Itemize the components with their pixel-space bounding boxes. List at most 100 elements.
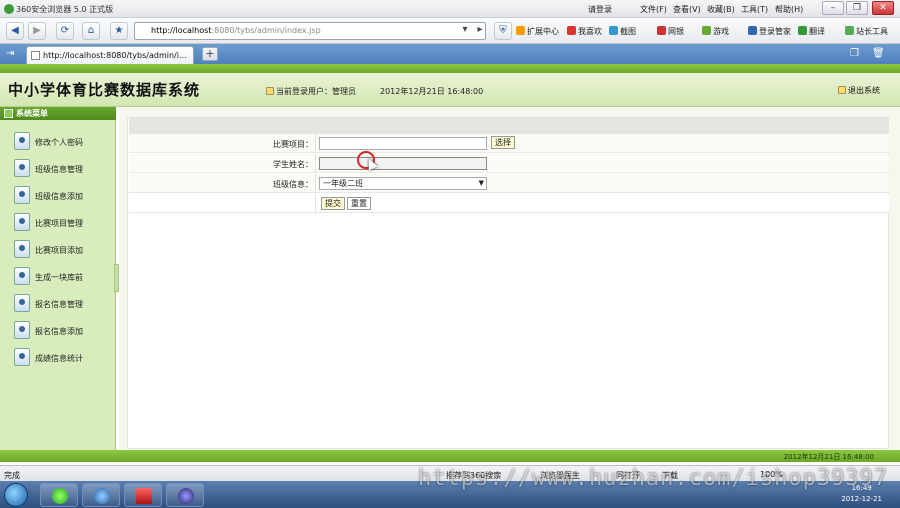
sidebar-heading: 系统菜单 [0,107,116,120]
user-card-icon [14,348,30,366]
content-area: 比赛项目： 选择 学生姓名： 班级信息： 一年级二班 ▼ 提交 重置 [119,107,900,450]
favorite-star-icon[interactable]: ★ [110,22,128,40]
sidebar-item-class-add[interactable]: 班级信息添加 [14,186,114,204]
chevron-down-icon: ▼ [478,179,484,187]
tool-screenshot[interactable]: 截图 [609,26,636,37]
translate-icon [798,26,807,35]
reset-button[interactable]: 重置 [347,197,371,210]
footer-date: 2012年12月21日 16:48:00 [783,453,874,461]
shield-icon[interactable]: ⛨ [494,22,512,40]
start-button-icon[interactable] [4,483,28,507]
user-card-icon [14,240,30,258]
user-card-icon [14,213,30,231]
taskbar-360-browser[interactable] [40,483,78,507]
project-input[interactable] [319,137,487,150]
sidebar-item-generate[interactable]: 生成一块库前 [14,267,114,285]
game-icon [702,26,711,35]
browser-titlebar: 360安全浏览器 5.0 正式版 请登录 文件(F) 查看(V) 收藏(B) 工… [0,0,900,18]
web-page: 中小学体育比赛数据库系统 当前登录用户：管理员 2012年12月21日 16:4… [0,64,900,465]
minimize-icon[interactable]: – [822,1,844,15]
tool-bank[interactable]: 网银 [657,26,684,37]
user-card-icon [14,159,30,177]
choose-button[interactable]: 选择 [491,136,515,149]
logout-link[interactable]: 退出系统 [838,85,880,96]
sidebar-item-class-manage[interactable]: 班级信息管理 [14,159,114,177]
back-icon[interactable]: ◀ [6,22,24,40]
form-row-class: 班级信息： 一年级二班 ▼ [129,174,889,193]
sidebar-item-score-stats[interactable]: 成绩信息统计 [14,348,114,366]
tool-like[interactable]: 我喜欢 [567,26,602,37]
current-user: 当前登录用户：管理员 [266,86,356,97]
address-bar[interactable]: http://localhost:8080/tybs/admin/index.j… [134,22,486,40]
browser-navbar: ◀ ▶ ⟳ ⌂ ★ http://localhost:8080/tybs/adm… [0,18,900,44]
address-url: http://localhost:8080/tybs/admin/index.j… [151,26,321,35]
menu-favorites[interactable]: 收藏(B) [707,4,735,15]
taskbar-app[interactable] [124,483,162,507]
maximize-icon[interactable]: ❐ [846,1,868,15]
class-select[interactable]: 一年级二班 ▼ [319,177,487,190]
sidebar-item-project-manage[interactable]: 比赛项目管理 [14,213,114,231]
taskbar-ie[interactable] [82,483,120,507]
home-icon[interactable]: ⌂ [82,22,100,40]
sidebar-item-signup-manage[interactable]: 报名信息管理 [14,294,114,312]
trash-icon[interactable]: 🗑 [872,48,885,59]
site-header: 中小学体育比赛数据库系统 当前登录用户：管理员 2012年12月21日 16:4… [0,73,900,107]
heart-icon [567,26,576,35]
form-header-bar [129,118,889,134]
close-icon[interactable]: ✕ [872,1,894,15]
sidebar-item-change-password[interactable]: 修改个人密码 [14,132,114,150]
browser-title: 360安全浏览器 5.0 正式版 [16,5,114,14]
sidebar-toggle-icon[interactable]: ⇥ [6,48,14,59]
new-tab-button[interactable]: + [202,47,218,61]
go-icon[interactable]: ▸ [474,22,486,40]
page-top-strip [0,64,900,73]
menu-tools[interactable]: 工具(T) [741,4,768,15]
submit-button[interactable]: 提交 [321,197,345,210]
login-link[interactable]: 请登录 [588,4,612,15]
dropdown-icon[interactable]: ▾ [458,22,472,40]
user-card-icon [14,321,30,339]
sidebar-item-project-add[interactable]: 比赛项目添加 [14,240,114,258]
browser-logo-icon [4,4,14,14]
menu-view[interactable]: 查看(V) [673,4,701,15]
tab-bar: ⇥ http://localhost:8080/tybs/admin/i... … [0,44,900,64]
tool-games[interactable]: 游戏 [702,26,729,37]
tool-login-manager[interactable]: 登录管家 [748,26,791,37]
tool-translate[interactable]: 翻译 [798,26,825,37]
student-label: 学生姓名： [273,160,313,169]
tool-extensions[interactable]: 扩展中心 [516,26,559,37]
webmaster-icon [845,26,854,35]
user-card-icon [14,132,30,150]
sidebar-item-signup-add[interactable]: 报名信息添加 [14,321,114,339]
site-title: 中小学体育比赛数据库系统 [8,81,201,99]
restore-tabs-icon[interactable]: ❐ [850,48,859,59]
user-icon [266,87,274,95]
extension-icon [516,26,525,35]
tab-admin-index[interactable]: http://localhost:8080/tybs/admin/i... [26,46,194,64]
menu-help[interactable]: 帮助(H) [775,4,803,15]
student-name-input[interactable] [319,157,487,170]
key-icon [748,26,757,35]
taskbar-eclipse[interactable] [166,483,204,507]
page-icon [31,51,40,60]
project-label: 比赛项目： [273,140,313,149]
form-row-project: 比赛项目： 选择 [129,134,889,153]
menu-icon [4,109,13,118]
watermark: https://www.huzhan.com/ishop39397 [418,466,889,491]
user-card-icon [14,294,30,312]
form-row-student: 学生姓名： [129,154,889,173]
refresh-icon[interactable]: ⟳ [56,22,74,40]
sidebar: 系统菜单 修改个人密码 班级信息管理 班级信息添加 比赛项目管理 比赛项目添加 … [0,107,116,450]
bank-icon [657,26,666,35]
tool-webmaster[interactable]: 站长工具 [845,26,888,37]
header-datetime: 2012年12月21日 16:48:00 [380,87,484,96]
tab-label: http://localhost:8080/tybs/admin/i... [43,51,187,60]
menu-file[interactable]: 文件(F) [640,4,667,15]
browser-360-icon [52,488,68,504]
logout-icon [838,86,846,94]
class-label: 班级信息： [273,180,313,189]
status-text: 完成 [4,471,20,480]
eclipse-icon [178,488,194,504]
page-footer: 2012年12月21日 16:48:00 [0,450,900,462]
forward-icon[interactable]: ▶ [28,22,46,40]
